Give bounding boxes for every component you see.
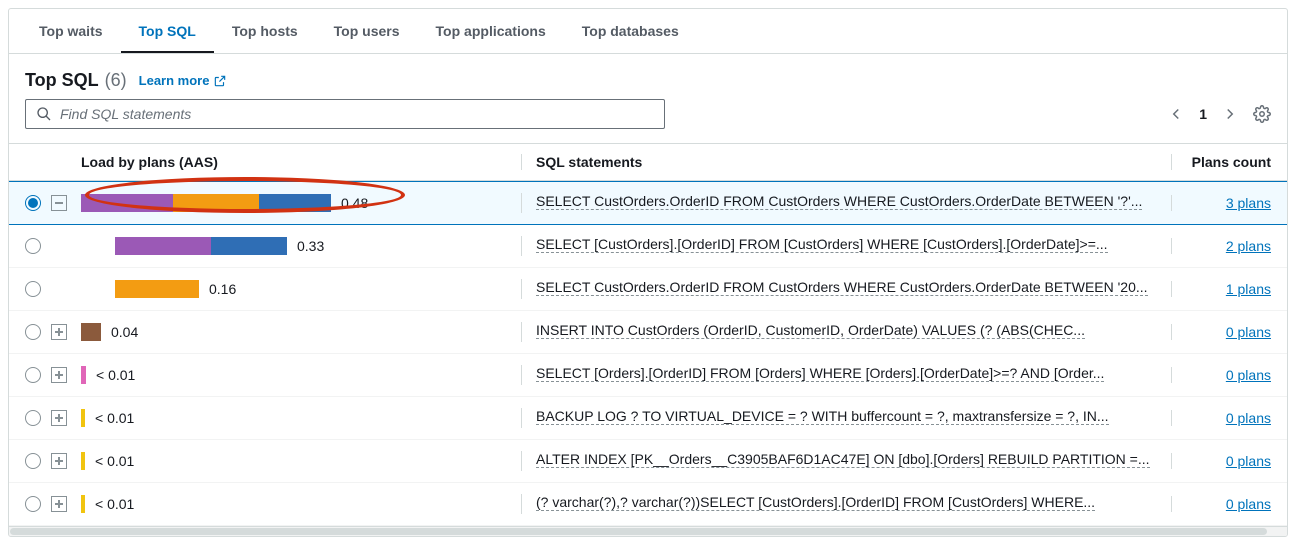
expand-icon[interactable] (51, 410, 67, 426)
plans-count-link[interactable]: 3 plans (1226, 195, 1271, 211)
table-row[interactable]: 0.04 INSERT INTO CustOrders (OrderID, Cus… (9, 311, 1287, 354)
load-bar (81, 323, 101, 341)
pager-page: 1 (1199, 106, 1207, 122)
expand-icon[interactable] (51, 367, 67, 383)
load-value: 0.16 (209, 281, 236, 297)
table-body: 0.48 SELECT CustOrders.OrderID FROM CustO… (9, 181, 1287, 526)
tab-top-waits[interactable]: Top waits (21, 9, 121, 53)
load-value: < 0.01 (96, 367, 135, 383)
pager-next[interactable] (1221, 105, 1239, 123)
expand-icon[interactable] (51, 453, 67, 469)
pager-prev[interactable] (1167, 105, 1185, 123)
search-input[interactable] (60, 106, 654, 122)
settings-button[interactable] (1253, 105, 1271, 123)
plans-count-link[interactable]: 0 plans (1226, 367, 1271, 383)
learn-more-label: Learn more (139, 73, 210, 88)
table-row[interactable]: 0.33 SELECT [CustOrders].[OrderID] FROM [… (9, 225, 1287, 268)
sql-statement-link[interactable]: INSERT INTO CustOrders (OrderID, Custome… (536, 322, 1085, 339)
load-bar (81, 409, 85, 427)
expand-icon[interactable] (51, 496, 67, 512)
scrollbar-thumb[interactable] (10, 528, 1267, 535)
row-radio[interactable] (25, 367, 41, 383)
sql-statement-link[interactable]: SELECT CustOrders.OrderID FROM CustOrder… (536, 279, 1148, 296)
plans-count-link[interactable]: 0 plans (1226, 324, 1271, 340)
top-sql-panel: Top waits Top SQL Top hosts Top users To… (8, 8, 1288, 537)
learn-more-link[interactable]: Learn more (139, 73, 228, 88)
load-bar (81, 495, 85, 513)
row-radio[interactable] (25, 324, 41, 340)
section-count: (6) (105, 70, 127, 91)
row-radio[interactable] (25, 453, 41, 469)
load-bar (115, 237, 287, 255)
column-sql[interactable]: SQL statements (521, 154, 1171, 170)
column-plans[interactable]: Plans count (1171, 154, 1271, 170)
table-row[interactable]: 0.48 SELECT CustOrders.OrderID FROM CustO… (9, 181, 1287, 225)
sql-statement-link[interactable]: SELECT CustOrders.OrderID FROM CustOrder… (536, 193, 1142, 210)
row-radio[interactable] (25, 195, 41, 211)
load-bar (81, 194, 331, 212)
sql-statement-link[interactable]: (? varchar(?),? varchar(?))SELECT [CustO… (536, 494, 1095, 511)
table-row[interactable]: 0.16 SELECT CustOrders.OrderID FROM CustO… (9, 268, 1287, 311)
collapse-icon[interactable] (51, 195, 67, 211)
load-value: < 0.01 (95, 410, 134, 426)
tab-top-sql[interactable]: Top SQL (121, 9, 214, 53)
sql-statement-link[interactable]: BACKUP LOG ? TO VIRTUAL_DEVICE = ? WITH … (536, 408, 1109, 425)
table-header: Load by plans (AAS) SQL statements Plans… (9, 143, 1287, 181)
load-value: < 0.01 (95, 496, 134, 512)
row-radio[interactable] (25, 238, 41, 254)
table-row[interactable]: < 0.01 ALTER INDEX [PK__Orders__C3905BAF6… (9, 440, 1287, 483)
table-row[interactable]: < 0.01 BACKUP LOG ? TO VIRTUAL_DEVICE = ?… (9, 397, 1287, 440)
tab-top-hosts[interactable]: Top hosts (214, 9, 316, 53)
horizontal-scrollbar[interactable] (9, 526, 1287, 536)
load-bar (81, 452, 85, 470)
external-link-icon (213, 74, 227, 88)
tab-top-databases[interactable]: Top databases (564, 9, 697, 53)
pager: 1 (1167, 105, 1271, 123)
section-title: Top SQL (25, 70, 99, 91)
sql-statement-link[interactable]: SELECT [CustOrders].[OrderID] FROM [Cust… (536, 236, 1108, 253)
expand-icon[interactable] (51, 324, 67, 340)
search-icon (36, 106, 52, 122)
tab-top-users[interactable]: Top users (316, 9, 418, 53)
table-row[interactable]: < 0.01 (? varchar(?),? varchar(?))SELECT … (9, 483, 1287, 526)
row-radio[interactable] (25, 496, 41, 512)
row-radio[interactable] (25, 410, 41, 426)
table-row[interactable]: < 0.01 SELECT [Orders].[OrderID] FROM [Or… (9, 354, 1287, 397)
row-radio[interactable] (25, 281, 41, 297)
plans-count-link[interactable]: 2 plans (1226, 238, 1271, 254)
section-header: Top SQL (6) Learn more (9, 54, 1287, 99)
tab-top-applications[interactable]: Top applications (418, 9, 564, 53)
load-value: 0.04 (111, 324, 138, 340)
plans-count-link[interactable]: 0 plans (1226, 496, 1271, 512)
load-bar (81, 366, 86, 384)
search-box[interactable] (25, 99, 665, 129)
plans-count-link[interactable]: 1 plans (1226, 281, 1271, 297)
load-value: 0.48 (341, 195, 368, 211)
column-load[interactable]: Load by plans (AAS) (81, 154, 521, 170)
tabs-bar: Top waits Top SQL Top hosts Top users To… (9, 9, 1287, 54)
load-value: < 0.01 (95, 453, 134, 469)
load-value: 0.33 (297, 238, 324, 254)
plans-count-link[interactable]: 0 plans (1226, 410, 1271, 426)
sql-statement-link[interactable]: ALTER INDEX [PK__Orders__C3905BAF6D1AC47… (536, 451, 1150, 468)
plans-count-link[interactable]: 0 plans (1226, 453, 1271, 469)
search-row: 1 (9, 99, 1287, 143)
sql-statement-link[interactable]: SELECT [Orders].[OrderID] FROM [Orders] … (536, 365, 1104, 382)
load-bar (115, 280, 199, 298)
